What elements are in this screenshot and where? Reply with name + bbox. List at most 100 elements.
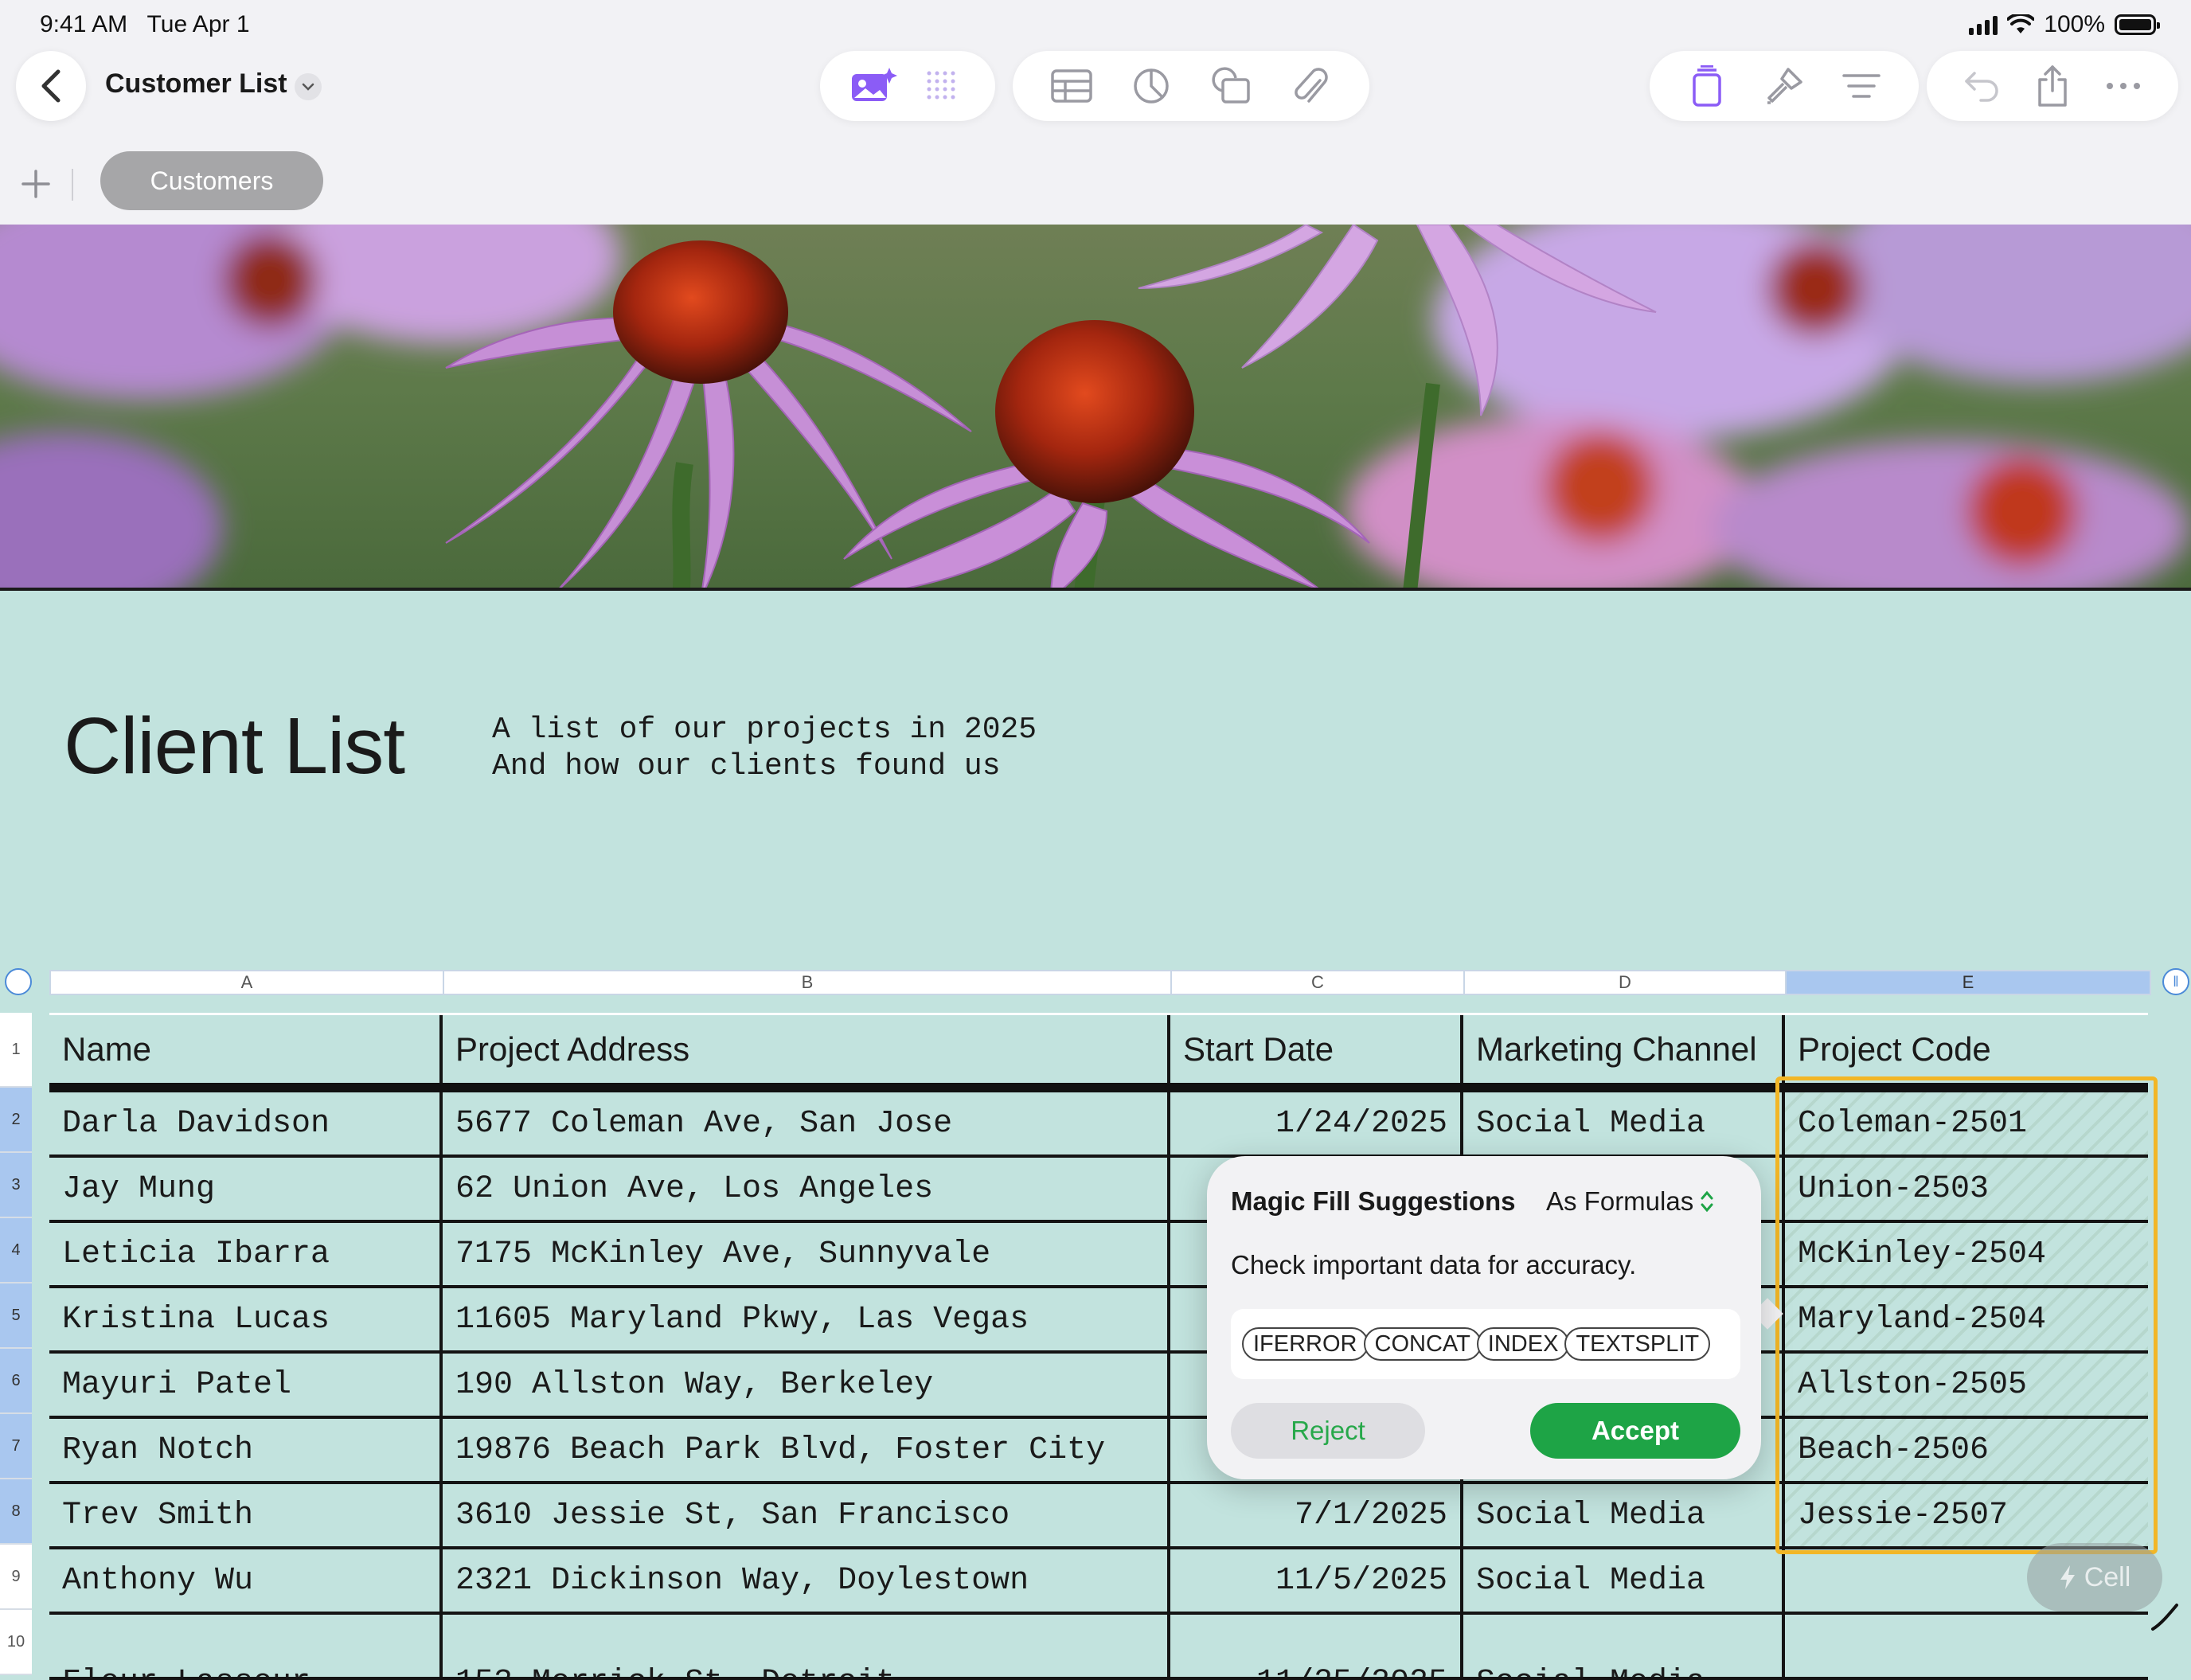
format-brush-icon[interactable] — [1681, 61, 1732, 111]
row-number-1[interactable]: 1 — [0, 1013, 32, 1088]
title-menu-button[interactable] — [295, 73, 322, 100]
header-cell-address[interactable]: Project Address — [443, 1015, 1170, 1083]
add-column-handle[interactable]: ‖ — [2162, 968, 2189, 995]
status-time: 9:41 AM Tue Apr 1 — [40, 11, 250, 38]
cell-marketing-channel[interactable]: Social Media — [1463, 1484, 1785, 1549]
table-row: Anthony Wu 2321 Dickinson Way, Doylestow… — [49, 1549, 2148, 1615]
cell-address[interactable]: 190 Allston Way, Berkeley — [443, 1354, 1170, 1419]
header-cell-project-code[interactable]: Project Code — [1785, 1015, 2148, 1083]
page-subtitle[interactable]: A list of our projects in 2025 And how o… — [492, 712, 1037, 785]
cell-address[interactable]: 19876 Beach Park Blvd, Foster City — [443, 1419, 1170, 1484]
column-header-e[interactable]: E — [1785, 970, 2151, 995]
battery-percent: 100% — [2044, 11, 2105, 37]
clock: 9:41 AM — [40, 11, 128, 37]
cell-start-date[interactable]: 11/25/2025 — [1170, 1615, 1463, 1680]
cell-marketing-channel[interactable]: Social Media — [1463, 1615, 1785, 1680]
cell-project-code[interactable] — [1785, 1615, 2148, 1680]
add-sheet-button[interactable] — [16, 164, 56, 204]
cell-name[interactable]: Kristina Lucas — [49, 1288, 443, 1354]
formula-token: CONCAT — [1363, 1327, 1482, 1361]
cell-address[interactable]: 11605 Maryland Pkwy, Las Vegas — [443, 1288, 1170, 1354]
project-code-selection-outline[interactable] — [1775, 1076, 2158, 1554]
formula-token: TEXTSPLIT — [1564, 1327, 1711, 1361]
back-button[interactable] — [16, 51, 86, 121]
organize-icon[interactable] — [1836, 61, 1887, 111]
cell-name[interactable]: Darla Davidson — [49, 1092, 443, 1158]
row-number-2[interactable]: 2 — [0, 1088, 32, 1153]
column-header-c[interactable]: C — [1170, 970, 1463, 995]
lightning-icon — [2060, 1565, 2075, 1589]
cell-name-text: Fleur Lasseur — [62, 1665, 310, 1677]
shape-icon[interactable] — [1205, 61, 1256, 111]
cell-action-button[interactable]: Cell — [2027, 1543, 2162, 1612]
cell-address[interactable]: 62 Union Ave, Los Angeles — [443, 1158, 1170, 1223]
sheet-divider — [72, 169, 73, 201]
sheet-tab-customers[interactable]: Customers — [100, 151, 323, 210]
document-title[interactable]: Customer List — [105, 68, 287, 100]
cell-start-date-text: 11/25/2025 — [1256, 1665, 1447, 1677]
column-header-b[interactable]: B — [443, 970, 1170, 995]
accept-button[interactable]: Accept — [1530, 1403, 1740, 1459]
row-number-7[interactable]: 7 — [0, 1414, 32, 1479]
cell-name[interactable]: Fleur Lasseur — [49, 1615, 443, 1680]
cell-name[interactable]: Ryan Notch — [49, 1419, 443, 1484]
format-tools-group — [1650, 51, 1919, 121]
table-icon[interactable] — [1046, 61, 1097, 111]
table-select-handle[interactable] — [5, 968, 32, 995]
row-number-bar: 1 2 3 4 5 6 7 8 9 10 — [0, 1013, 32, 1675]
row-number-9[interactable]: 9 — [0, 1545, 32, 1610]
row-number-3[interactable]: 3 — [0, 1153, 32, 1218]
subtitle-line-1: A list of our projects in 2025 — [492, 713, 1037, 747]
column-header-a[interactable]: A — [49, 970, 443, 995]
magic-fill-title: Magic Fill Suggestions — [1231, 1186, 1516, 1216]
reject-button[interactable]: Reject — [1231, 1403, 1425, 1459]
undo-icon[interactable] — [1956, 61, 2007, 111]
share-icon[interactable] — [2027, 61, 2078, 111]
cell-address[interactable]: 2321 Dickinson Way, Doylestown — [443, 1549, 1170, 1615]
header-cell-start-date[interactable]: Start Date — [1170, 1015, 1463, 1083]
cell-marketing-channel[interactable]: Social Media — [1463, 1549, 1785, 1615]
cell-name[interactable]: Trev Smith — [49, 1484, 443, 1549]
row-number-8[interactable]: 8 — [0, 1479, 32, 1545]
status-indicators: 100% — [1969, 11, 2160, 38]
page-title[interactable]: Client List — [64, 701, 405, 792]
action-tools-group — [1927, 51, 2178, 121]
cell-address[interactable]: 5677 Coleman Ave, San Jose — [443, 1092, 1170, 1158]
column-header-d[interactable]: D — [1463, 970, 1785, 995]
cell-marketing-channel[interactable]: Social Media — [1463, 1092, 1785, 1158]
battery-icon — [2115, 14, 2160, 35]
chart-icon[interactable] — [1126, 61, 1177, 111]
image-magic-icon[interactable] — [848, 61, 899, 111]
cell-name[interactable]: Jay Mung — [49, 1158, 443, 1223]
cell-address-text: 153 Merrick St, Detroit — [455, 1665, 895, 1677]
column-resize-icon: ‖ — [2173, 973, 2179, 990]
cell-address[interactable]: 7175 McKinley Ave, Sunnyvale — [443, 1223, 1170, 1288]
cell-start-date[interactable]: 7/1/2025 — [1170, 1484, 1463, 1549]
cell-name[interactable]: Mayuri Patel — [49, 1354, 443, 1419]
grid-icon[interactable] — [916, 61, 967, 111]
pencil-tip-icon — [2151, 1604, 2178, 1631]
header-cell-name[interactable]: Name — [49, 1015, 443, 1083]
plus-icon — [21, 170, 50, 198]
chevron-down-icon — [302, 83, 314, 91]
cell-start-date[interactable]: 1/24/2025 — [1170, 1092, 1463, 1158]
formula-mode-selector[interactable]: As Formulas — [1546, 1186, 1714, 1217]
cell-name[interactable]: Leticia Ibarra — [49, 1223, 443, 1288]
row-number-5[interactable]: 5 — [0, 1283, 32, 1349]
cell-address[interactable]: 153 Merrick St, Detroit — [443, 1615, 1170, 1680]
header-cell-marketing-channel[interactable]: Marketing Channel — [1463, 1015, 1785, 1083]
cell-start-date[interactable]: 11/5/2025 — [1170, 1549, 1463, 1615]
row-number-6[interactable]: 6 — [0, 1349, 32, 1414]
chevron-left-icon — [41, 69, 61, 103]
more-icon[interactable] — [2098, 61, 2149, 111]
cell-action-label: Cell — [2084, 1561, 2131, 1592]
date: Tue Apr 1 — [146, 11, 250, 37]
paintbrush-icon[interactable] — [1759, 61, 1810, 111]
formula-token: INDEX — [1476, 1327, 1570, 1361]
cell-name[interactable]: Anthony Wu — [49, 1549, 443, 1615]
row-number-4[interactable]: 4 — [0, 1218, 32, 1283]
attachment-icon[interactable] — [1285, 61, 1336, 111]
cell-address[interactable]: 3610 Jessie St, San Francisco — [443, 1484, 1170, 1549]
row-number-10[interactable]: 10 — [0, 1610, 32, 1675]
formula-preview[interactable]: IFERROR CONCAT INDEX TEXTSPLIT — [1231, 1309, 1740, 1379]
